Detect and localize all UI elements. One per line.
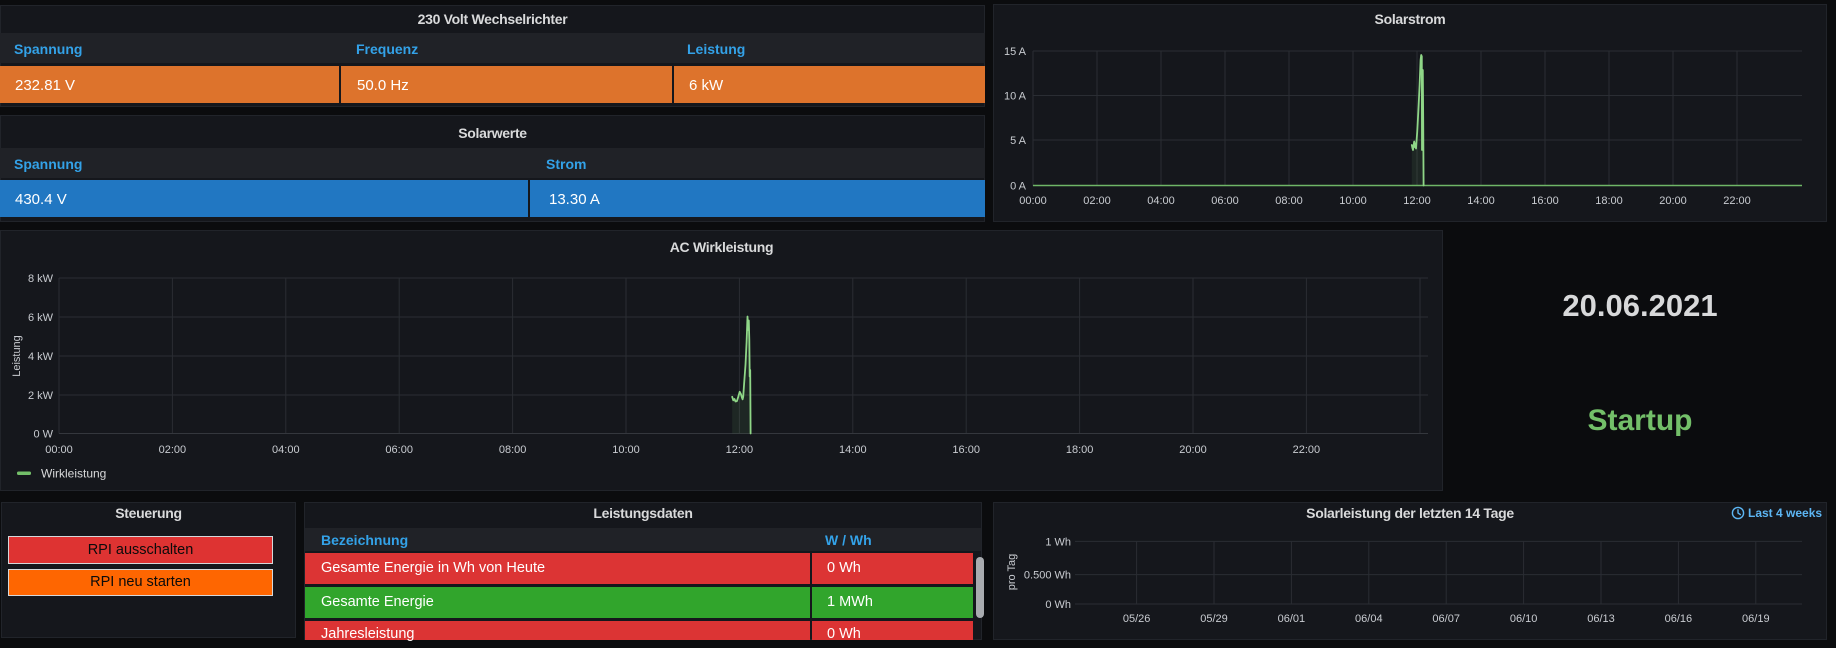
svg-text:0 A: 0 A	[1010, 181, 1027, 193]
svg-text:05/29: 05/29	[1200, 613, 1228, 625]
svg-text:10:00: 10:00	[1339, 195, 1367, 207]
svg-text:16:00: 16:00	[952, 444, 980, 456]
svg-text:06/10: 06/10	[1510, 613, 1538, 625]
svg-text:05/26: 05/26	[1123, 613, 1151, 625]
svg-text:22:00: 22:00	[1723, 195, 1751, 207]
svg-text:06/07: 06/07	[1432, 613, 1460, 625]
svg-text:10:00: 10:00	[612, 444, 640, 456]
svg-text:22:00: 22:00	[1293, 444, 1321, 456]
svg-text:0.500 Wh: 0.500 Wh	[1024, 570, 1071, 582]
svg-text:08:00: 08:00	[1275, 195, 1303, 207]
svg-text:8 kW: 8 kW	[28, 273, 54, 285]
svg-text:06/13: 06/13	[1587, 613, 1615, 625]
svg-text:02:00: 02:00	[159, 444, 187, 456]
svg-text:00:00: 00:00	[45, 444, 73, 456]
svg-text:06:00: 06:00	[1211, 195, 1239, 207]
svg-text:06/01: 06/01	[1278, 613, 1306, 625]
svg-text:0 Wh: 0 Wh	[1045, 599, 1071, 611]
svg-text:1 Wh: 1 Wh	[1045, 536, 1071, 548]
svg-text:Leistung: Leistung	[11, 335, 23, 377]
svg-text:5 A: 5 A	[1010, 135, 1027, 147]
svg-text:18:00: 18:00	[1595, 195, 1623, 207]
svg-text:02:00: 02:00	[1083, 195, 1111, 207]
svg-text:18:00: 18:00	[1066, 444, 1094, 456]
svg-text:08:00: 08:00	[499, 444, 527, 456]
svg-text:pro Tag: pro Tag	[1006, 554, 1018, 591]
svg-text:2 kW: 2 kW	[28, 390, 54, 402]
svg-text:10 A: 10 A	[1004, 91, 1027, 103]
svg-text:06:00: 06:00	[385, 444, 413, 456]
svg-text:15 A: 15 A	[1004, 46, 1027, 58]
svg-text:06/16: 06/16	[1665, 613, 1693, 625]
svg-text:16:00: 16:00	[1531, 195, 1559, 207]
svg-text:04:00: 04:00	[1147, 195, 1175, 207]
svg-text:14:00: 14:00	[1467, 195, 1495, 207]
svg-text:04:00: 04:00	[272, 444, 300, 456]
svg-text:6 kW: 6 kW	[28, 312, 54, 324]
svg-text:20:00: 20:00	[1659, 195, 1687, 207]
svg-text:Wirkleistung: Wirkleistung	[41, 467, 106, 481]
svg-text:06/04: 06/04	[1355, 613, 1383, 625]
svg-text:20:00: 20:00	[1179, 444, 1207, 456]
svg-text:00:00: 00:00	[1019, 195, 1047, 207]
svg-text:14:00: 14:00	[839, 444, 867, 456]
svg-text:12:00: 12:00	[1403, 195, 1431, 207]
svg-text:0 W: 0 W	[33, 429, 53, 441]
svg-text:06/19: 06/19	[1742, 613, 1770, 625]
svg-text:4 kW: 4 kW	[28, 351, 54, 363]
svg-text:12:00: 12:00	[726, 444, 754, 456]
